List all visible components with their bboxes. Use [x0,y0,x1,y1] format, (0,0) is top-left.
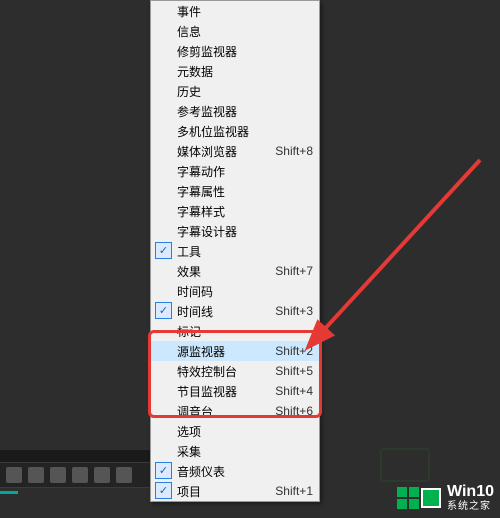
panel-outline [380,448,430,482]
menu-item-label: 调音台 [177,403,265,420]
menu-item-3[interactable]: 元数据 [151,61,319,81]
watermark-text: Win10 系统之家 [447,483,494,512]
bottom-toolbar [0,462,155,488]
menu-item-label: 事件 [177,3,313,20]
menu-item-10[interactable]: 字幕样式 [151,201,319,221]
menu-item-label: 媒体浏览器 [177,143,265,160]
menu-item-label: 字幕动作 [177,163,313,180]
menu-item-label: 音频仪表 [177,463,313,480]
menu-item-label: 历史 [177,83,313,100]
checkmark-icon: ✓ [155,462,172,479]
window-menu-dropdown: 事件信息修剪监视器元数据历史参考监视器多机位监视器媒体浏览器 Shift+8 字幕动… [150,0,320,502]
menu-item-label: 源监视器 [177,343,265,360]
checkmark-icon: ✓ [155,302,172,319]
menu-item-18[interactable]: 特效控制台 Shift+5 [151,361,319,381]
menu-item-label: 采集 [177,443,313,460]
menu-item-label: 字幕属性 [177,183,313,200]
watermark-subtitle: 系统之家 [447,501,494,512]
menu-item-13[interactable]: 效果 Shift+7 [151,261,319,281]
menu-item-label: 字幕设计器 [177,223,313,240]
menu-item-shortcut: Shift+4 [275,384,313,398]
tool-icon-6[interactable] [116,467,132,483]
menu-item-label: 时间码 [177,283,313,300]
menu-item-21[interactable]: 选项 [151,421,319,441]
menu-item-2[interactable]: 修剪监视器 [151,41,319,61]
checkmark-icon: ✓ [155,242,172,259]
checkmark-icon: ✓ [155,482,172,499]
accent-bar [0,491,18,494]
menu-item-17[interactable]: 源监视器 Shift+2 [151,341,319,361]
tool-icon-5[interactable] [94,467,110,483]
menu-item-7[interactable]: 媒体浏览器 Shift+8 [151,141,319,161]
menu-item-5[interactable]: 参考监视器 [151,101,319,121]
menu-item-4[interactable]: 历史 [151,81,319,101]
menu-item-label: 参考监视器 [177,103,313,120]
menu-item-12[interactable]: ✓ 工具 [151,241,319,261]
menu-item-label: 字幕样式 [177,203,313,220]
tool-icon-3[interactable] [50,467,66,483]
menu-item-shortcut: Shift+6 [275,404,313,418]
tool-icon-2[interactable] [28,467,44,483]
menu-item-shortcut: Shift+7 [275,264,313,278]
menu-item-9[interactable]: 字幕属性 [151,181,319,201]
menu-item-label: 标记 [177,323,313,340]
menu-item-24[interactable]: ✓ 项目 Shift+1 [151,481,319,501]
menu-item-1[interactable]: 信息 [151,21,319,41]
menu-item-label: 选项 [177,423,313,440]
menu-item-label: 节目监视器 [177,383,265,400]
menu-item-23[interactable]: ✓ 音频仪表 [151,461,319,481]
watermark-title: Win10 [447,483,494,501]
menu-item-22[interactable]: 采集 [151,441,319,461]
menu-item-11[interactable]: 字幕设计器 [151,221,319,241]
menu-item-20[interactable]: 调音台 Shift+6 [151,401,319,421]
tool-icon-4[interactable] [72,467,88,483]
menu-item-label: 修剪监视器 [177,43,313,60]
menu-item-label: 时间线 [177,303,265,320]
timeline-strip [0,450,155,462]
menu-item-0[interactable]: 事件 [151,1,319,21]
menu-item-label: 效果 [177,263,265,280]
menu-item-16[interactable]: 标记 [151,321,319,341]
menu-item-19[interactable]: 节目监视器 Shift+4 [151,381,319,401]
menu-item-shortcut: Shift+3 [275,304,313,318]
menu-item-label: 多机位监视器 [177,123,313,140]
menu-item-8[interactable]: 字幕动作 [151,161,319,181]
menu-item-label: 元数据 [177,63,313,80]
watermark-logo-grid [397,487,419,509]
menu-item-15[interactable]: ✓ 时间线 Shift+3 [151,301,319,321]
watermark: Win10 系统之家 [397,483,494,512]
menu-item-shortcut: Shift+8 [275,144,313,158]
menu-item-shortcut: Shift+1 [275,484,313,498]
menu-item-label: 工具 [177,243,313,260]
menu-item-label: 信息 [177,23,313,40]
tool-icon-1[interactable] [6,467,22,483]
menu-item-label: 特效控制台 [177,363,265,380]
watermark-logo-main [421,488,441,508]
menu-item-label: 项目 [177,483,265,500]
menu-item-6[interactable]: 多机位监视器 [151,121,319,141]
menu-item-14[interactable]: 时间码 [151,281,319,301]
menu-item-shortcut: Shift+5 [275,364,313,378]
menu-item-shortcut: Shift+2 [275,344,313,358]
